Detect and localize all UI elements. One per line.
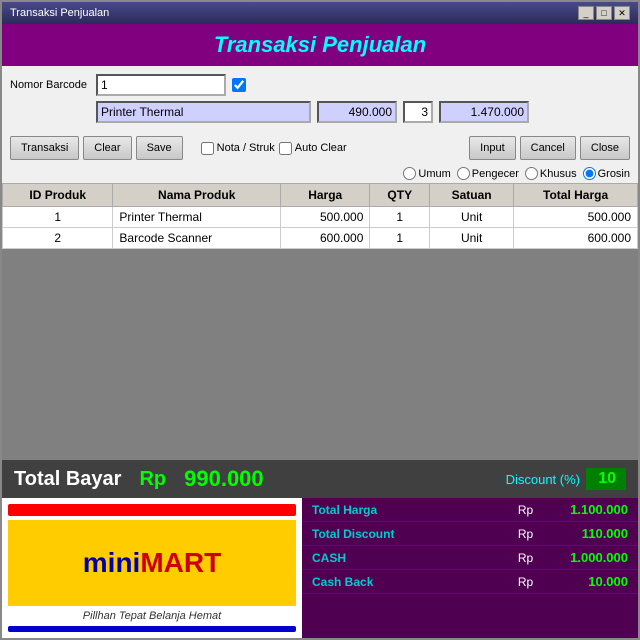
minimart-red-bar <box>8 504 296 516</box>
totals-row: CASH Rp 1.000.000 <box>302 546 638 570</box>
maximize-button[interactable]: □ <box>596 6 612 20</box>
window-title: Transaksi Penjualan <box>10 7 109 19</box>
close-button-main[interactable]: Close <box>580 136 630 160</box>
col-qty: QTY <box>370 184 430 207</box>
totals-rp: Rp <box>513 527 538 541</box>
clear-button[interactable]: Clear <box>83 136 131 160</box>
totals-row: Total Harga Rp 1.100.000 <box>302 498 638 522</box>
toolbar: Transaksi Clear Save Nota / Struk Auto C… <box>2 132 638 164</box>
bottom-section: miniMART Pillhan Tepat Belanja Hemat Tot… <box>2 498 638 638</box>
mart-text: MART <box>140 547 221 578</box>
radio-khusus[interactable]: Khusus <box>525 167 577 180</box>
col-harga: Harga <box>281 184 370 207</box>
save-button[interactable]: Save <box>136 136 183 160</box>
window-controls: _ □ ✕ <box>578 6 630 20</box>
totals-rp: Rp <box>513 575 538 589</box>
header-area: Transaksi Penjualan <box>2 24 638 66</box>
radio-grosin[interactable]: Grosin <box>583 167 630 180</box>
product-table-container: ID Produk Nama Produk Harga QTY Satuan T… <box>2 183 638 460</box>
cell-harga: 600.000 <box>281 228 370 249</box>
totals-rp: Rp <box>513 551 538 565</box>
totals-value: 10.000 <box>538 574 628 589</box>
totals-label: Total Harga <box>312 503 513 517</box>
product-table: ID Produk Nama Produk Harga QTY Satuan T… <box>2 183 638 249</box>
totals-label: Cash Back <box>312 575 513 589</box>
totals-row: Cash Back Rp 10.000 <box>302 570 638 594</box>
col-total: Total Harga <box>514 184 638 207</box>
totals-value: 1.100.000 <box>538 502 628 517</box>
cell-total: 500.000 <box>514 207 638 228</box>
cell-harga: 500.000 <box>281 207 370 228</box>
radio-pengecer[interactable]: Pengecer <box>457 167 519 180</box>
minimart-tagline: Pillhan Tepat Belanja Hemat <box>83 610 221 622</box>
cell-nama: Printer Thermal <box>113 207 281 228</box>
discount-value: 10 <box>586 468 626 490</box>
auto-clear-label: Auto Clear <box>279 142 347 155</box>
discount-section: Discount (%) 10 <box>506 468 626 490</box>
cancel-button[interactable]: Cancel <box>520 136 576 160</box>
minimart-blue-bar <box>8 626 296 632</box>
minimize-button[interactable]: _ <box>578 6 594 20</box>
main-window: Transaksi Penjualan _ □ ✕ Transaksi Penj… <box>0 0 640 640</box>
cell-id: 1 <box>3 207 113 228</box>
close-button[interactable]: ✕ <box>614 6 630 20</box>
price-input[interactable] <box>317 101 397 123</box>
qty-input[interactable] <box>403 101 433 123</box>
radio-umum[interactable]: Umum <box>403 167 450 180</box>
page-title: Transaksi Penjualan <box>2 32 638 58</box>
cell-total: 600.000 <box>514 228 638 249</box>
totals-row: Total Discount Rp 110.000 <box>302 522 638 546</box>
discount-label: Discount (%) <box>506 472 580 487</box>
barcode-checkbox[interactable] <box>232 78 246 92</box>
col-nama: Nama Produk <box>113 184 281 207</box>
title-bar: Transaksi Penjualan _ □ ✕ <box>2 2 638 24</box>
col-satuan: Satuan <box>430 184 514 207</box>
cell-qty: 1 <box>370 228 430 249</box>
nota-struk-checkbox[interactable] <box>201 142 214 155</box>
total-rp: Rp <box>139 468 166 491</box>
nota-struk-label: Nota / Struk <box>201 142 275 155</box>
cell-satuan: Unit <box>430 228 514 249</box>
auto-clear-checkbox[interactable] <box>279 142 292 155</box>
mini-text: mini <box>83 547 141 578</box>
total-amount: 990.000 <box>184 466 264 492</box>
col-id: ID Produk <box>3 184 113 207</box>
product-name-input[interactable] <box>96 101 311 123</box>
price-type-row: Umum Pengecer Khusus Grosin <box>2 164 638 183</box>
totals-label: Total Discount <box>312 527 513 541</box>
barcode-label: Nomor Barcode <box>10 79 90 91</box>
totals-label: CASH <box>312 551 513 565</box>
table-row: 2 Barcode Scanner 600.000 1 Unit 600.000 <box>3 228 638 249</box>
cell-qty: 1 <box>370 207 430 228</box>
table-row: 1 Printer Thermal 500.000 1 Unit 500.000 <box>3 207 638 228</box>
barcode-row: Nomor Barcode <box>10 74 630 96</box>
total-input[interactable] <box>439 101 529 123</box>
form-area: Nomor Barcode <box>2 66 638 132</box>
barcode-input[interactable] <box>96 74 226 96</box>
minimart-logo: miniMART <box>8 520 296 606</box>
total-bar: Total Bayar Rp 990.000 Discount (%) 10 <box>2 460 638 498</box>
table-header-row: ID Produk Nama Produk Harga QTY Satuan T… <box>3 184 638 207</box>
totals-panel: Total Harga Rp 1.100.000 Total Discount … <box>302 498 638 638</box>
totals-value: 110.000 <box>538 526 628 541</box>
totals-rp: Rp <box>513 503 538 517</box>
cell-satuan: Unit <box>430 207 514 228</box>
cell-nama: Barcode Scanner <box>113 228 281 249</box>
input-button[interactable]: Input <box>469 136 515 160</box>
transaksi-button[interactable]: Transaksi <box>10 136 79 160</box>
total-bayar-label: Total Bayar <box>14 468 121 491</box>
minimart-panel: miniMART Pillhan Tepat Belanja Hemat <box>2 498 302 638</box>
minimart-text: miniMART <box>83 547 221 579</box>
cell-id: 2 <box>3 228 113 249</box>
totals-value: 1.000.000 <box>538 550 628 565</box>
product-detail-row <box>96 101 630 123</box>
